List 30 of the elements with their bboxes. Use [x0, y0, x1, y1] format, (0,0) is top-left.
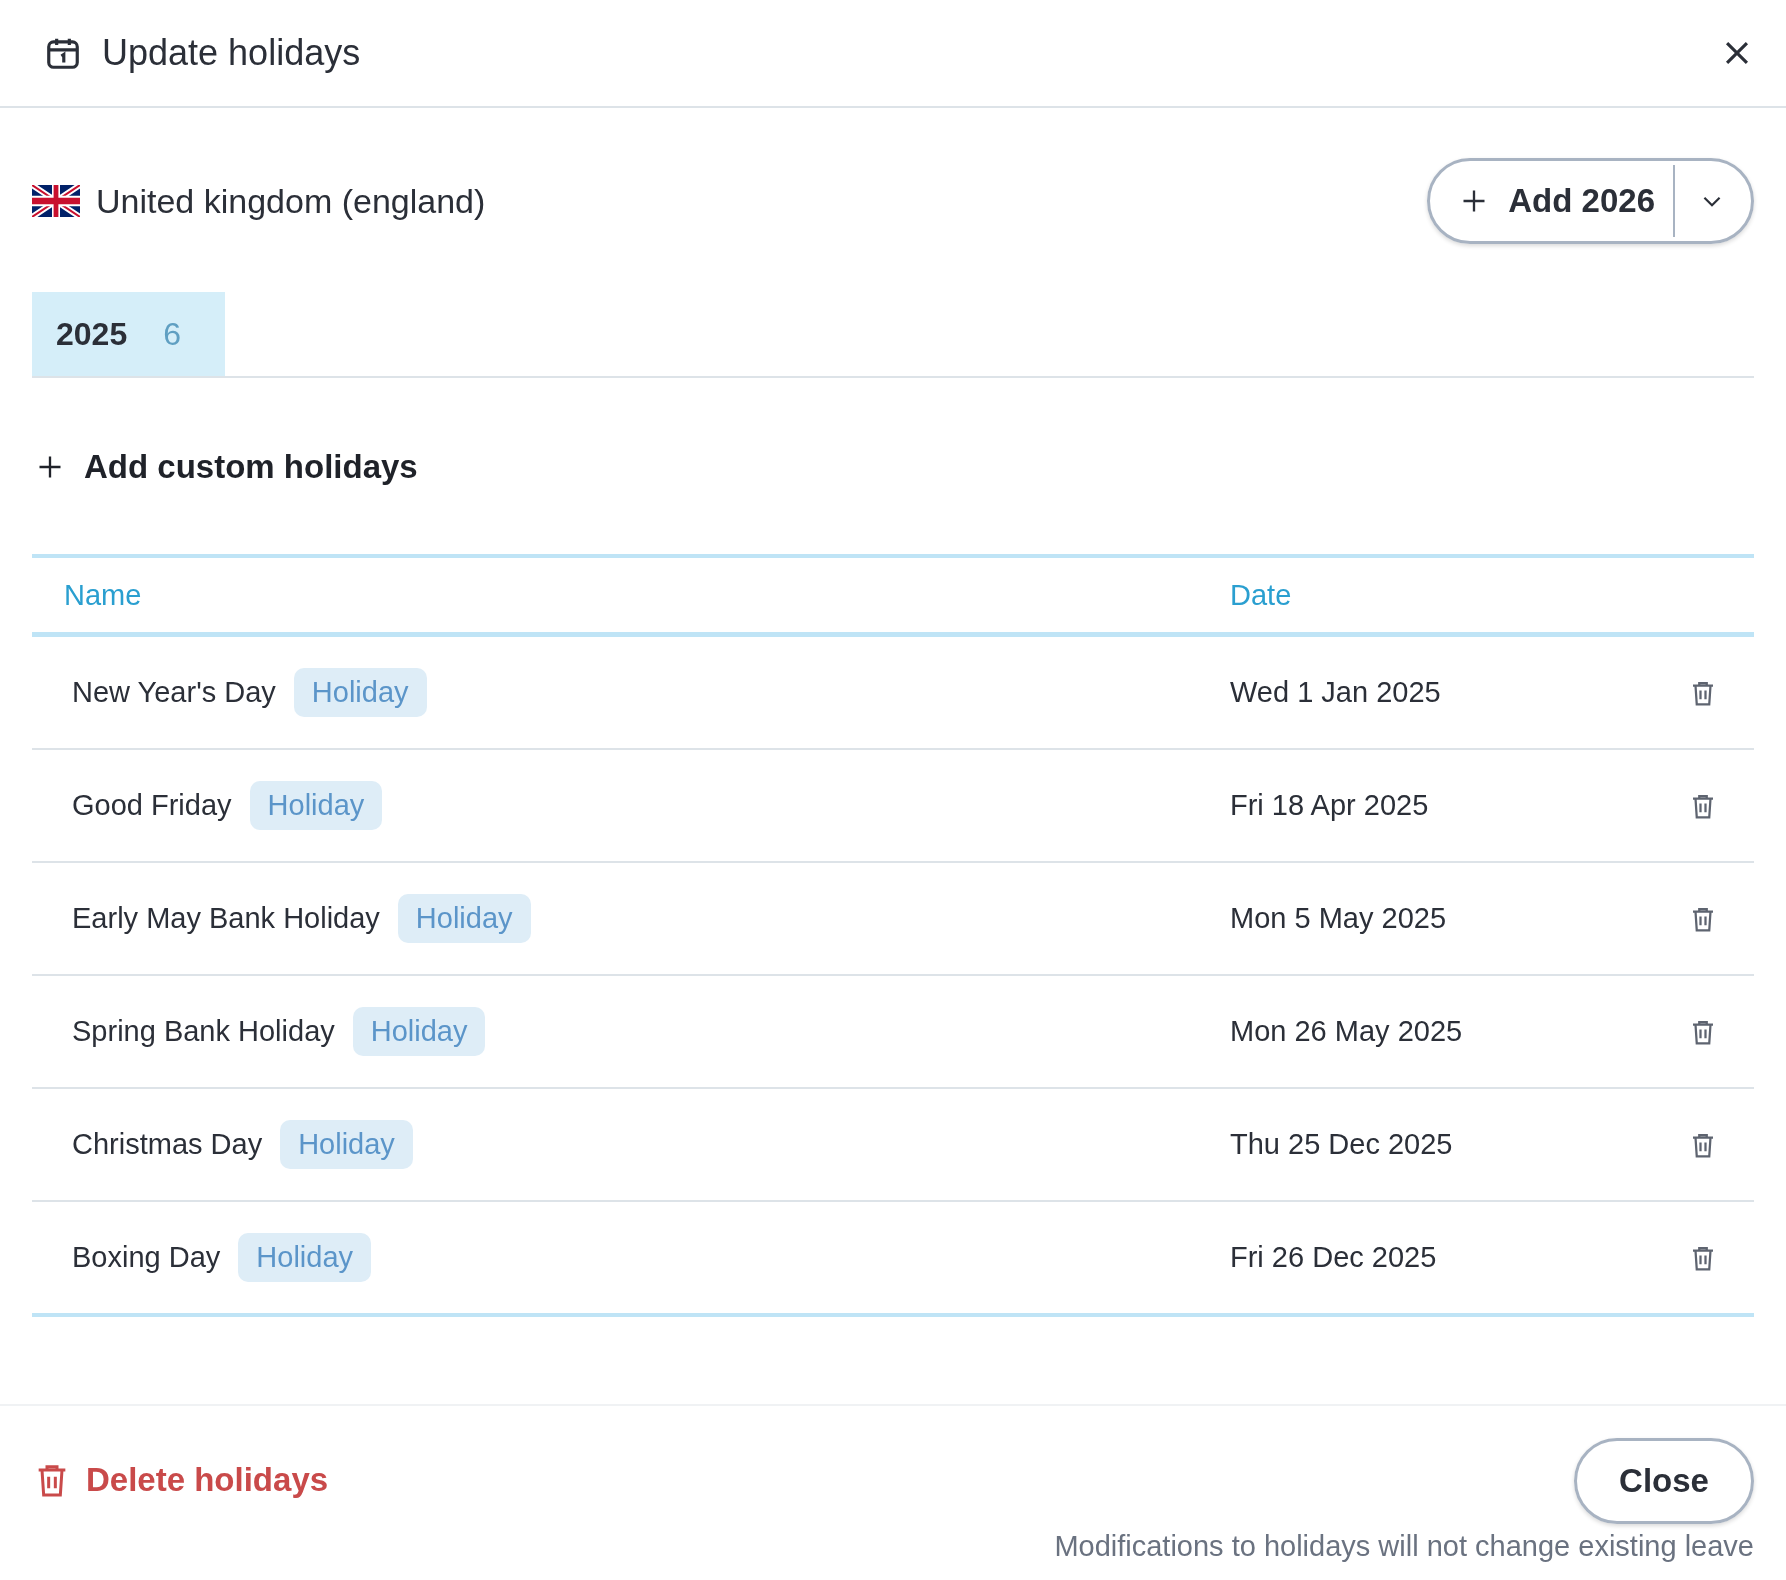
- holiday-name: Christmas Day: [72, 1128, 263, 1161]
- holiday-date: Wed 1 Jan 2025: [1230, 676, 1442, 709]
- holiday-name: Good Friday: [72, 789, 232, 822]
- holiday-date: Fri 18 Apr 2025: [1230, 789, 1430, 822]
- holiday-date: Mon 5 May 2025: [1230, 902, 1447, 935]
- holiday-date: Thu 25 Dec 2025: [1230, 1128, 1454, 1161]
- holiday-name: New Year's Day: [72, 676, 276, 709]
- add-custom-holidays-button[interactable]: Add custom holidays: [36, 448, 418, 486]
- holiday-date: Fri 26 Dec 2025: [1230, 1241, 1438, 1274]
- union-jack-flag-icon: [32, 185, 80, 217]
- holiday-tag: Holiday: [397, 894, 531, 943]
- close-dialog-button[interactable]: Close: [1574, 1438, 1754, 1524]
- tab-count: 6: [163, 315, 181, 353]
- column-header: Date: [1230, 578, 1293, 612]
- add-year-button[interactable]: Add 2026: [1430, 165, 1675, 237]
- holiday-name: Spring Bank Holiday: [72, 1015, 335, 1048]
- country-name: United kingdom (england): [96, 181, 487, 221]
- footer-note: Modifications to holidays will not change existing leave: [1054, 1530, 1754, 1563]
- holiday-name: Early May Bank Holiday: [72, 902, 380, 935]
- holiday-tag: Holiday: [280, 1120, 413, 1169]
- holiday-name: Boxing Day: [72, 1241, 221, 1274]
- holiday-tag: Holiday: [293, 668, 427, 717]
- holiday-tag: Holiday: [238, 1233, 372, 1282]
- holiday-tag: Holiday: [352, 1007, 486, 1056]
- holiday-date: Mon 26 May 2025: [1230, 1015, 1464, 1048]
- delete-holidays-button[interactable]: Delete holidays: [32, 1460, 329, 1500]
- column-header: Name: [63, 578, 143, 612]
- holiday-tag: Holiday: [249, 781, 383, 830]
- year-tab[interactable]: 2025 6: [32, 292, 225, 376]
- window-title: Update holidays: [102, 32, 362, 74]
